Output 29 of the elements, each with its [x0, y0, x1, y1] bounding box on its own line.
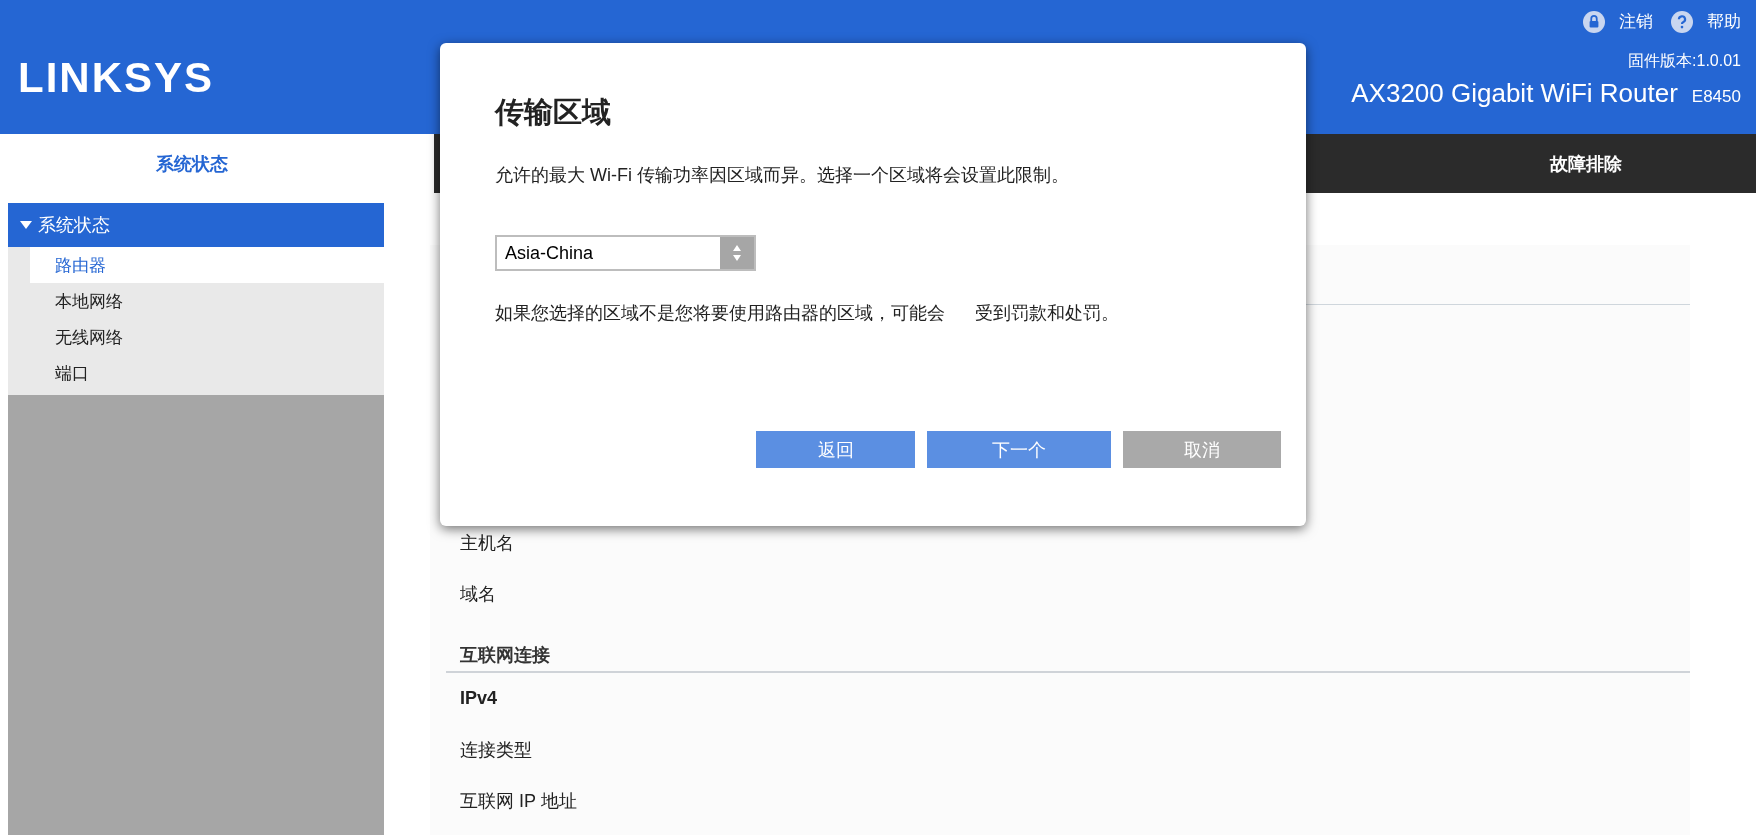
region-select[interactable]: Asia-China: [495, 235, 756, 271]
sidebar-title[interactable]: 系统状态: [0, 134, 384, 194]
lock-icon: [1583, 10, 1605, 33]
field-label: 连接类型: [460, 738, 533, 762]
sidebar-item[interactable]: 路由器: [30, 247, 384, 283]
field-label: 域名: [460, 582, 497, 606]
dialog-button[interactable]: 下一个: [927, 431, 1111, 468]
logo: LINKSYS: [18, 54, 215, 102]
product-name: AX3200 Gigabit WiFi Router: [1351, 78, 1678, 109]
dialog-title: 传输区域: [495, 95, 612, 130]
field-label: 互联网 IP 地址: [460, 789, 578, 813]
sidebar-section[interactable]: 系统状态: [8, 203, 384, 247]
dialog-description: 允许的最大 Wi-Fi 传输功率因区域而异。选择一个区域将会设置此限制。: [495, 164, 1070, 187]
spinner-arrows-icon: [720, 237, 754, 269]
section-heading: 互联网连接: [460, 644, 551, 667]
sidebar-item[interactable]: 无线网络: [30, 319, 384, 355]
dialog-button[interactable]: 返回: [756, 431, 915, 468]
nav-tab[interactable]: 故障排除: [1416, 134, 1756, 193]
field-label: 主机名: [460, 531, 515, 555]
sidebar-item[interactable]: 端口: [30, 355, 384, 391]
header-link[interactable]: 帮助: [1671, 10, 1741, 33]
caret-icon: [20, 221, 32, 229]
subsection-heading: IPv4: [460, 687, 499, 710]
warning-text: 如果您选择的区域不是您将要使用路由器的区域，可能会 受到罚款和处罚。: [495, 302, 1120, 325]
model-number: E8450: [1691, 87, 1741, 107]
header-link[interactable]: 注销: [1583, 10, 1653, 33]
sidebar-item[interactable]: 本地网络: [30, 283, 384, 319]
help-icon: [1671, 10, 1693, 33]
firmware-version: 固件版本:1.0.01: [1628, 51, 1741, 71]
